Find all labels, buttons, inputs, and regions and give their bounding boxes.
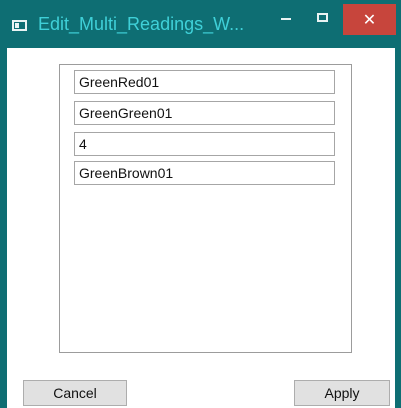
cancel-button[interactable]: Cancel (23, 380, 127, 406)
reading-field-2[interactable]: GreenGreen01 (74, 101, 335, 125)
window-border-left (0, 48, 7, 408)
close-icon: ✕ (362, 10, 377, 29)
reading-field-4[interactable]: GreenBrown01 (74, 161, 335, 185)
reading-field-1[interactable]: GreenRed01 (74, 70, 335, 94)
title-bar[interactable]: Edit_Multi_Readings_W... ✕ (0, 0, 401, 48)
window-title: Edit_Multi_Readings_W... (38, 14, 245, 34)
window-border-right (395, 48, 401, 408)
apply-button[interactable]: Apply (294, 380, 390, 406)
close-button[interactable]: ✕ (343, 4, 396, 35)
reading-field-3[interactable]: 4 (74, 132, 335, 156)
app-window-icon (12, 20, 27, 31)
edit-multi-readings-window: Edit_Multi_Readings_W... ✕ GreenRed01 Gr… (0, 0, 401, 408)
